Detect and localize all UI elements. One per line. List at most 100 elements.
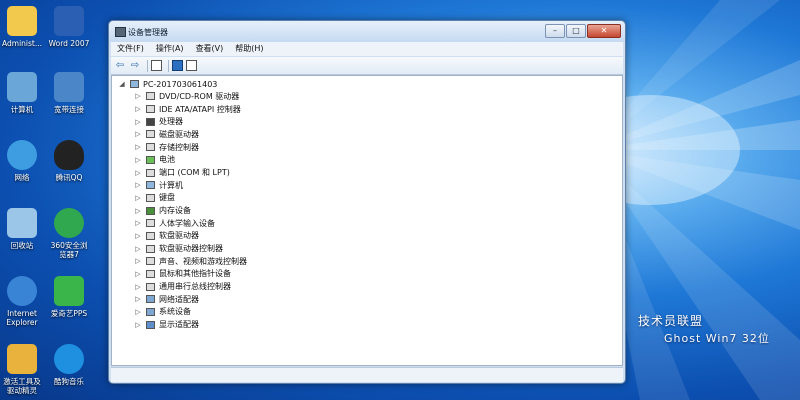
usb-icon: [146, 282, 155, 291]
device-manager-window: 设备管理器 – □ ✕ 文件(F) 操作(A) 查看(V) 帮助(H) ⇦ ⇨ …: [108, 20, 626, 384]
expand-arrow-icon[interactable]: ▷: [134, 295, 142, 303]
expand-arrow-icon[interactable]: ▷: [134, 181, 142, 189]
user-folder-icon: [7, 6, 37, 36]
tree-root[interactable]: ◢ PC-201703061403: [118, 78, 217, 90]
menu-bar: 文件(F) 操作(A) 查看(V) 帮助(H): [111, 42, 623, 56]
battery-icon: [146, 155, 155, 164]
desktop-icon-360-browser[interactable]: 360安全浏览器7: [47, 208, 91, 259]
title-bar[interactable]: 设备管理器 – □ ✕: [109, 21, 625, 42]
display-adapter-icon: [146, 320, 155, 329]
tree-item-floppy-controller[interactable]: ▷ 软盘驱动器控制器: [134, 243, 223, 255]
tree-item-hid[interactable]: ▷ 人体学输入设备: [134, 217, 215, 229]
tree-item-usb[interactable]: ▷ 通用串行总线控制器: [134, 281, 231, 293]
expand-arrow-icon[interactable]: ▷: [134, 156, 142, 164]
maximize-button[interactable]: □: [566, 24, 586, 38]
tree-item-ide[interactable]: ▷ IDE ATA/ATAPI 控制器: [134, 103, 240, 115]
menu-file[interactable]: 文件(F): [111, 42, 150, 56]
tree-root-label: PC-201703061403: [143, 79, 218, 89]
desktop-icon-administrator[interactable]: Administ...: [0, 6, 44, 48]
expand-arrow-icon[interactable]: ▷: [134, 245, 142, 253]
expand-arrow-icon[interactable]: ▷: [134, 283, 142, 291]
menu-view[interactable]: 查看(V): [190, 42, 230, 56]
kugou-music-icon: [54, 344, 84, 374]
port-icon: [146, 168, 155, 177]
floppy-controller-icon: [146, 244, 155, 253]
forward-arrow-icon[interactable]: ⇨: [129, 60, 141, 72]
desktop-icon-recycle-bin[interactable]: 回收站: [0, 208, 44, 250]
storage-controller-icon: [146, 143, 155, 152]
expand-arrow-icon[interactable]: ▷: [134, 308, 142, 316]
sound-icon: [146, 257, 155, 266]
close-button[interactable]: ✕: [587, 24, 621, 38]
status-bar: [111, 367, 623, 382]
desktop-icon-broadband[interactable]: 宽带连接: [47, 72, 91, 114]
expand-arrow-icon[interactable]: ▷: [134, 118, 142, 126]
word-icon: [54, 6, 84, 36]
minimize-button[interactable]: –: [545, 24, 565, 38]
tree-item-network[interactable]: ▷ 网络适配器: [134, 293, 199, 305]
expand-arrow-icon[interactable]: ▷: [134, 232, 142, 240]
processor-icon: [146, 117, 155, 126]
desktop-icon-word[interactable]: Word 2007: [47, 6, 91, 48]
expand-arrow-icon[interactable]: ▷: [134, 143, 142, 151]
tree-item-storage[interactable]: ▷ 存储控制器: [134, 141, 199, 153]
toolbar: ⇦ ⇨: [111, 57, 623, 75]
network-adapter-icon: [146, 295, 155, 304]
menu-help[interactable]: 帮助(H): [229, 42, 269, 56]
qq-penguin-icon: [54, 140, 84, 170]
expand-arrow-icon[interactable]: ▷: [134, 270, 142, 278]
tree-item-display[interactable]: ▷ 显示适配器: [134, 319, 199, 331]
tree-item-ports[interactable]: ▷ 端口 (COM 和 LPT): [134, 167, 230, 179]
expand-arrow-icon[interactable]: ▷: [134, 219, 142, 227]
menu-action[interactable]: 操作(A): [150, 42, 190, 56]
tree-item-keyboard[interactable]: ▷ 键盘: [134, 192, 175, 204]
collapse-arrow-icon[interactable]: ◢: [118, 80, 126, 88]
tree-item-computer[interactable]: ▷ 计算机: [134, 179, 183, 191]
back-arrow-icon[interactable]: ⇦: [114, 60, 126, 72]
tree-item-system[interactable]: ▷ 系统设备: [134, 306, 191, 318]
tree-item-memory[interactable]: ▷ 内存设备: [134, 205, 191, 217]
tree-item-dvd[interactable]: ▷ DVD/CD-ROM 驱动器: [134, 90, 239, 102]
tree-item-sound[interactable]: ▷ 声音、视频和游戏控制器: [134, 255, 247, 267]
tree-item-mouse[interactable]: ▷ 鼠标和其他指针设备: [134, 268, 231, 280]
toolbar-separator: [168, 59, 169, 72]
desktop-icon-internet-explorer[interactable]: Internet Explorer: [0, 276, 44, 327]
tree-item-floppy[interactable]: ▷ 软盘驱动器: [134, 230, 199, 242]
tree-item-processor[interactable]: ▷ 处理器: [134, 116, 183, 128]
desktop-icon-kugou[interactable]: 酷狗音乐: [47, 344, 91, 386]
iqiyi-icon: [54, 276, 84, 306]
help-icon[interactable]: [172, 60, 183, 71]
desktop-icon-iqiyi[interactable]: 爱奇艺PPS: [47, 276, 91, 318]
computer-icon: [130, 80, 139, 88]
tree-item-battery[interactable]: ▷ 电池: [134, 154, 175, 166]
hid-icon: [146, 219, 155, 228]
desktop-icon-network[interactable]: 网络: [0, 140, 44, 182]
dvd-drive-icon: [146, 92, 155, 101]
computer-icon: [7, 72, 37, 102]
expand-arrow-icon[interactable]: ▷: [134, 194, 142, 202]
toolbar-separator: [147, 59, 148, 72]
window-title: 设备管理器: [128, 28, 168, 37]
device-view-icon[interactable]: [186, 60, 197, 71]
recycle-bin-icon: [7, 208, 37, 238]
device-tree[interactable]: ◢ PC-201703061403 ▷ DVD/CD-ROM 驱动器 ▷ IDE A…: [111, 75, 623, 366]
activation-tools-icon: [7, 344, 37, 374]
system-device-icon: [146, 307, 155, 316]
expand-arrow-icon[interactable]: ▷: [134, 207, 142, 215]
desktop-icon-qq[interactable]: 腾讯QQ: [47, 140, 91, 182]
mouse-icon: [146, 269, 155, 278]
desktop-icon-computer[interactable]: 计算机: [0, 72, 44, 114]
expand-arrow-icon[interactable]: ▷: [134, 92, 142, 100]
expand-arrow-icon[interactable]: ▷: [134, 130, 142, 138]
device-manager-icon: [115, 27, 126, 37]
expand-arrow-icon[interactable]: ▷: [134, 257, 142, 265]
tree-item-disk[interactable]: ▷ 磁盘驱动器: [134, 128, 199, 140]
expand-arrow-icon[interactable]: ▷: [134, 105, 142, 113]
floppy-drive-icon: [146, 231, 155, 240]
expand-arrow-icon[interactable]: ▷: [134, 169, 142, 177]
desktop-icon-activation-tools[interactable]: 激活工具及驱动精灵: [0, 344, 44, 395]
watermark-line1: 技术员联盟: [638, 314, 704, 328]
expand-arrow-icon[interactable]: ▷: [134, 321, 142, 329]
360-browser-icon: [54, 208, 84, 238]
properties-icon[interactable]: [151, 60, 162, 71]
